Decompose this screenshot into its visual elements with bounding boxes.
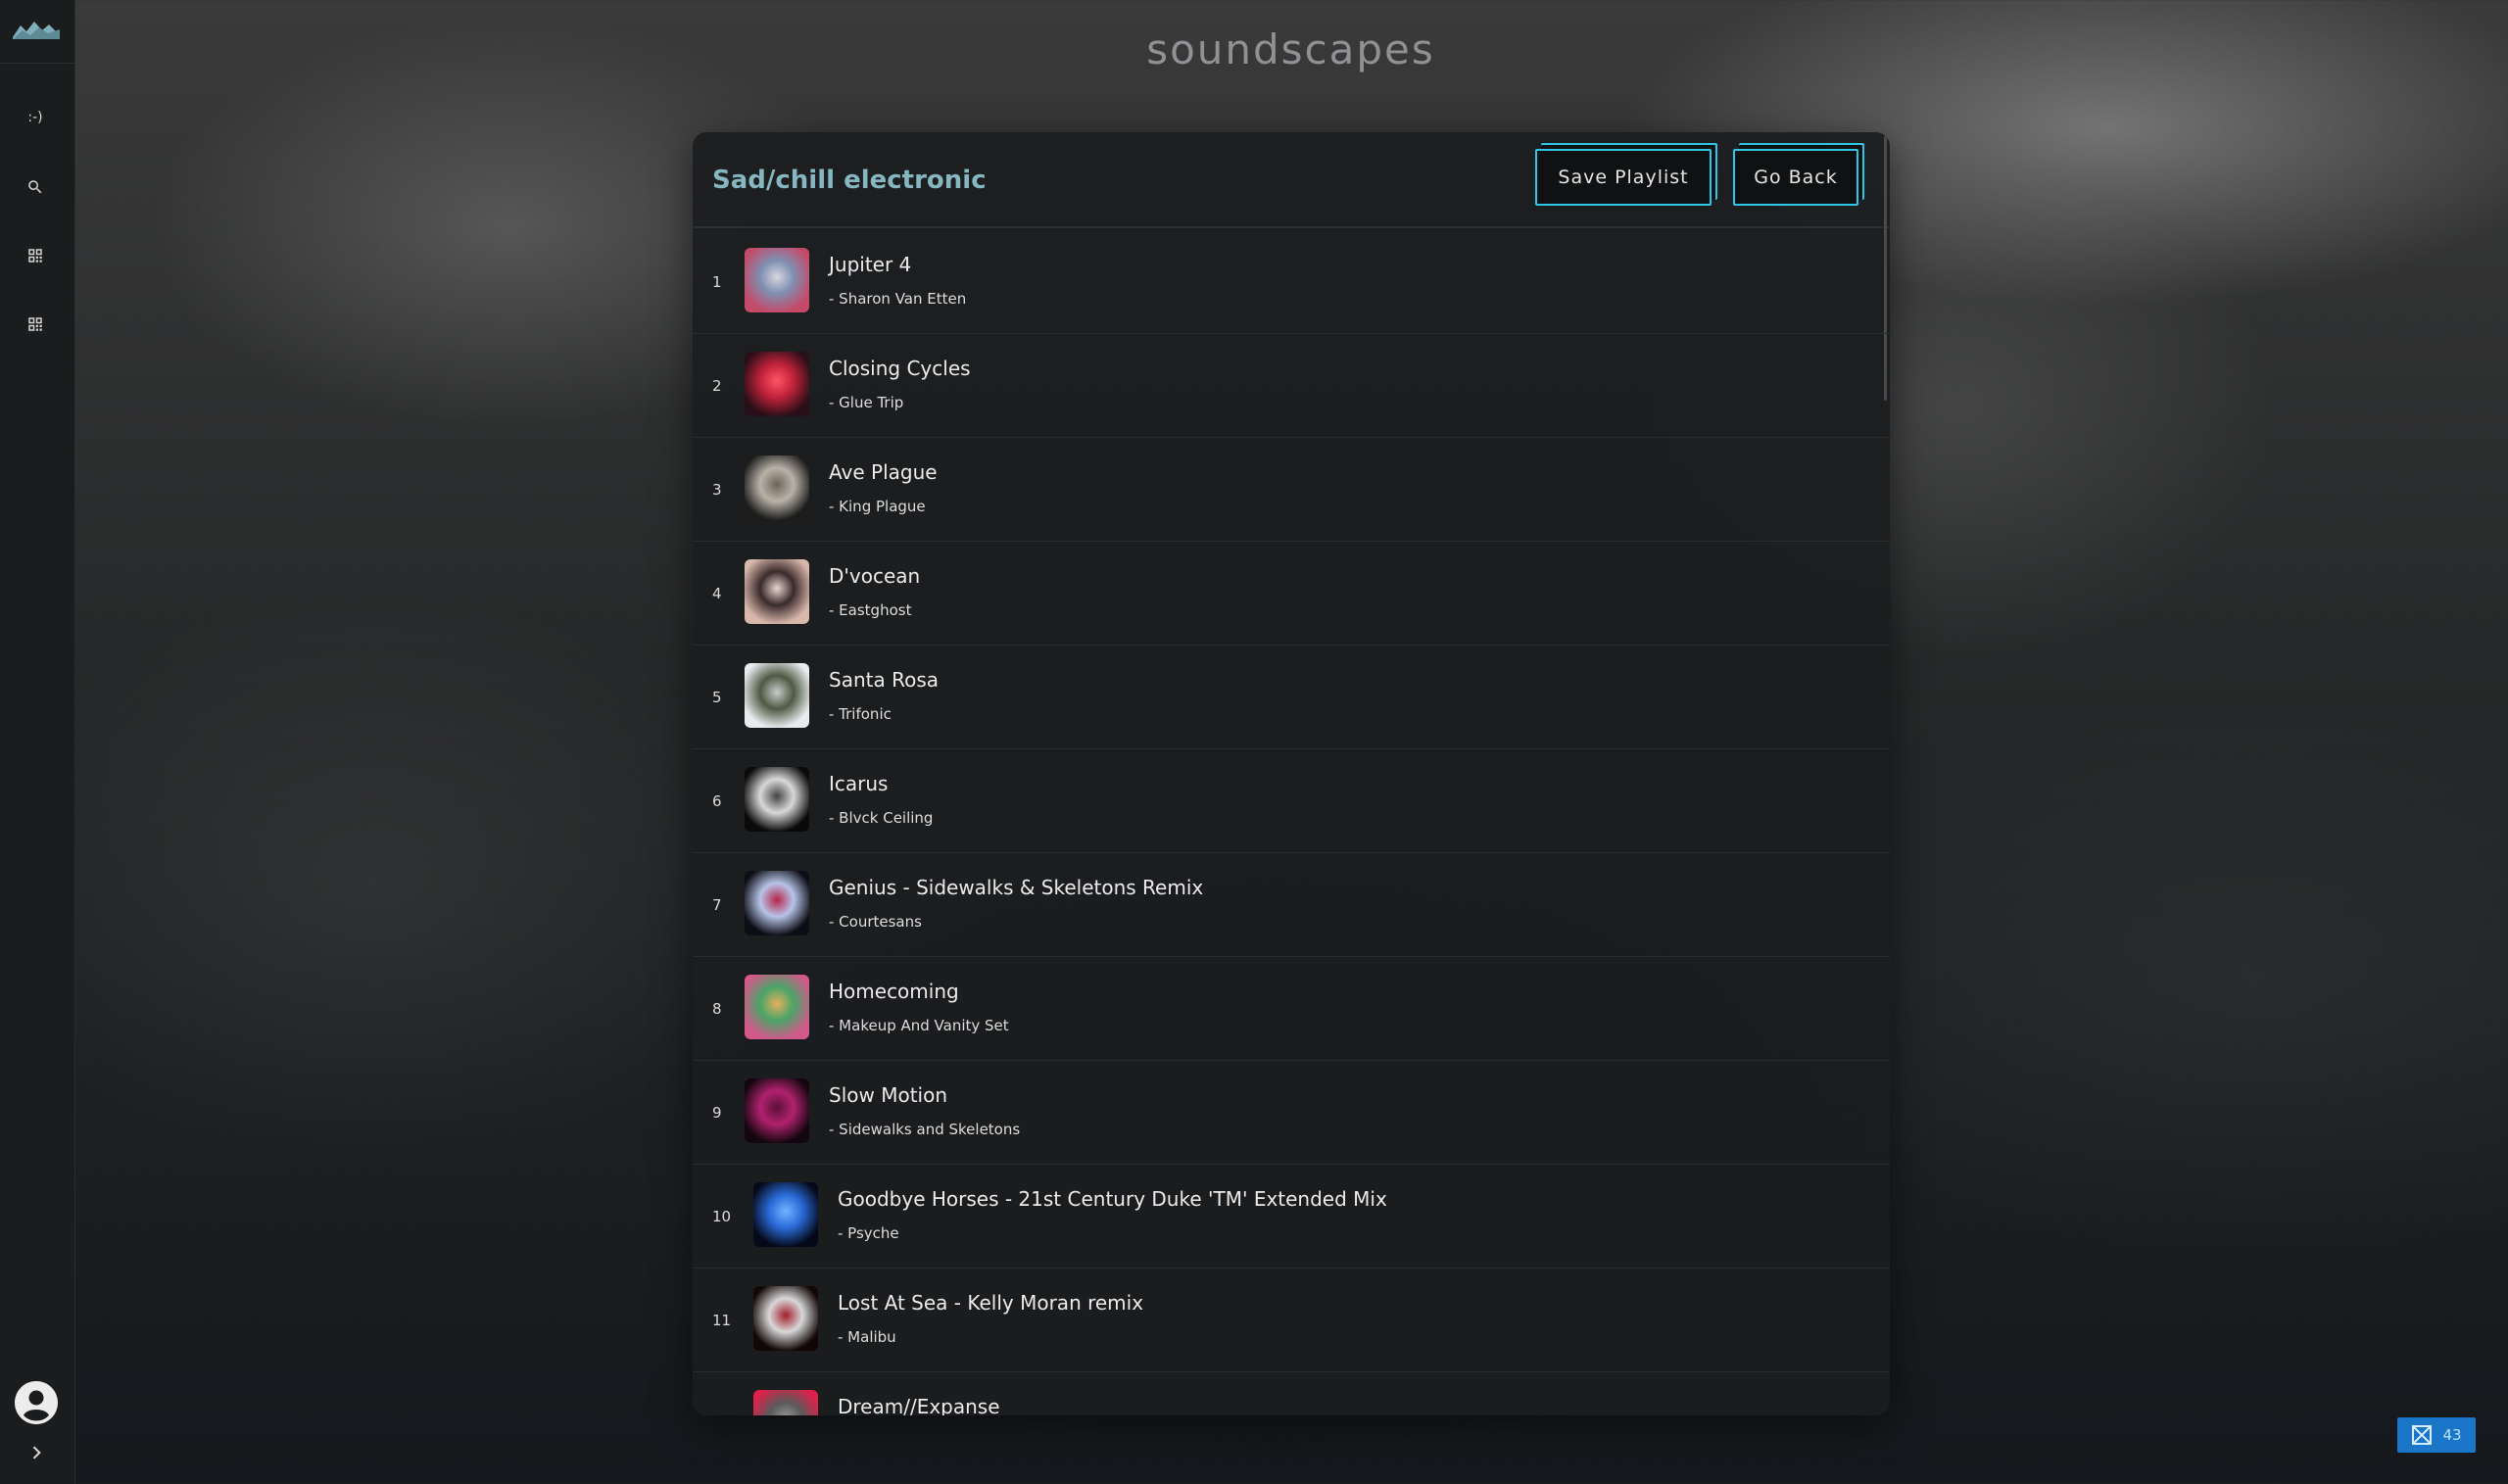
album-art-icon[interactable]	[753, 1182, 818, 1247]
track-title: Dream//Expanse	[838, 1395, 1000, 1415]
track-artist: - Courtesans	[829, 913, 922, 931]
badge-count: 43	[2442, 1426, 2462, 1444]
track-row[interactable]: 6 Icarus - Blvck Ceiling	[693, 749, 1890, 853]
track-number: 1	[712, 273, 722, 291]
album-art-icon[interactable]	[753, 1390, 818, 1415]
track-artist: - Sharon Van Etten	[829, 290, 967, 308]
track-artist: - Glue Trip	[829, 394, 904, 411]
track-title: Ave Plague	[829, 460, 938, 484]
playlist-header: Sad/chill electronic Save Playlist Go Ba…	[693, 132, 1890, 228]
track-number: 9	[712, 1104, 722, 1122]
album-art-icon[interactable]	[745, 663, 809, 728]
playlist-title: Sad/chill electronic	[712, 166, 987, 195]
track-title: Genius - Sidewalks & Skeletons Remix	[829, 876, 1204, 899]
go-back-button[interactable]: Go Back	[1733, 149, 1858, 206]
grid-icon	[28, 317, 42, 331]
track-row[interactable]: 2 Closing Cycles - Glue Trip	[693, 334, 1890, 438]
track-row[interactable]: 1 Jupiter 4 - Sharon Van Etten	[693, 230, 1890, 334]
image-icon	[2412, 1425, 2433, 1445]
track-title: Santa Rosa	[829, 668, 939, 692]
notification-badge[interactable]: 43	[2397, 1417, 2476, 1453]
track-number: 10	[712, 1208, 732, 1225]
track-number: 5	[712, 689, 722, 706]
app-brand-title: soundscapes	[1146, 25, 1435, 73]
track-number: 3	[712, 481, 722, 499]
album-art-icon[interactable]	[745, 455, 809, 520]
track-number: 7	[712, 896, 722, 914]
sidebar-item-grid-2[interactable]	[14, 303, 57, 346]
track-row[interactable]: 10 Goodbye Horses - 21st Century Duke 'TM…	[693, 1165, 1890, 1269]
track-artist: - Eastghost	[829, 601, 912, 619]
track-number: 2	[712, 377, 722, 395]
sidebar-item-grid-1[interactable]	[14, 234, 57, 277]
track-row[interactable]: 8 Homecoming - Makeup And Vanity Set	[693, 957, 1890, 1061]
track-number: 4	[712, 585, 722, 602]
track-title: D'vocean	[829, 564, 921, 588]
track-artist: - Malibu	[838, 1328, 896, 1346]
sidebar-item-mood[interactable]: :-)	[14, 96, 57, 139]
album-art-icon[interactable]	[745, 352, 809, 416]
sidebar-item-search[interactable]	[14, 166, 57, 209]
album-art-icon[interactable]	[745, 559, 809, 624]
track-row[interactable]: 4 D'vocean - Eastghost	[693, 542, 1890, 646]
track-number: 11	[712, 1312, 732, 1329]
track-row[interactable]: 9 Slow Motion - Sidewalks and Skeletons	[693, 1061, 1890, 1165]
track-row[interactable]: 3 Ave Plague - King Plague	[693, 438, 1890, 542]
track-row[interactable]: 5 Santa Rosa - Trifonic	[693, 646, 1890, 749]
album-art-icon[interactable]	[745, 1078, 809, 1143]
track-row[interactable]: 11 Lost At Sea - Kelly Moran remix - Malib…	[693, 1269, 1890, 1372]
track-row[interactable]: 12 Dream//Expanse	[693, 1372, 1890, 1415]
album-art-icon[interactable]	[745, 248, 809, 312]
chevron-right-icon	[32, 1446, 41, 1460]
sidebar: :-)	[0, 0, 75, 1484]
album-art-icon[interactable]	[745, 767, 809, 832]
track-title: Goodbye Horses - 21st Century Duke 'TM' …	[838, 1187, 1387, 1211]
track-artist: - Trifonic	[829, 705, 892, 723]
track-number: 8	[712, 1000, 722, 1018]
album-art-icon[interactable]	[753, 1286, 818, 1351]
expand-sidebar-button[interactable]	[22, 1438, 51, 1467]
album-art-icon[interactable]	[745, 975, 809, 1039]
track-artist: - Blvck Ceiling	[829, 809, 934, 827]
save-playlist-button[interactable]: Save Playlist	[1535, 149, 1712, 206]
track-row[interactable]: 7 Genius - Sidewalks & Skeletons Remix - C…	[693, 853, 1890, 957]
track-title: Slow Motion	[829, 1083, 948, 1107]
track-artist: - Sidewalks and Skeletons	[829, 1121, 1021, 1138]
track-artist: - Makeup And Vanity Set	[829, 1017, 1009, 1034]
track-artist: - Psyche	[838, 1224, 899, 1242]
track-number: 12	[712, 1372, 731, 1415]
track-artist: - King Plague	[829, 498, 926, 515]
album-art-icon[interactable]	[745, 871, 809, 935]
playlist-panel: Sad/chill electronic Save Playlist Go Ba…	[693, 132, 1890, 1415]
track-title: Jupiter 4	[829, 253, 912, 276]
track-list: 1 Jupiter 4 - Sharon Van Etten 2 Closing Cyc…	[693, 230, 1890, 1415]
grid-icon	[28, 249, 42, 263]
smiley-text-icon: :-)	[27, 110, 43, 125]
track-title: Closing Cycles	[829, 357, 971, 380]
track-title: Homecoming	[829, 980, 959, 1003]
track-title: Lost At Sea - Kelly Moran remix	[838, 1291, 1144, 1315]
user-avatar-icon[interactable]	[15, 1381, 58, 1424]
search-icon	[28, 180, 42, 194]
track-number: 6	[712, 792, 722, 810]
track-title: Icarus	[829, 772, 889, 795]
